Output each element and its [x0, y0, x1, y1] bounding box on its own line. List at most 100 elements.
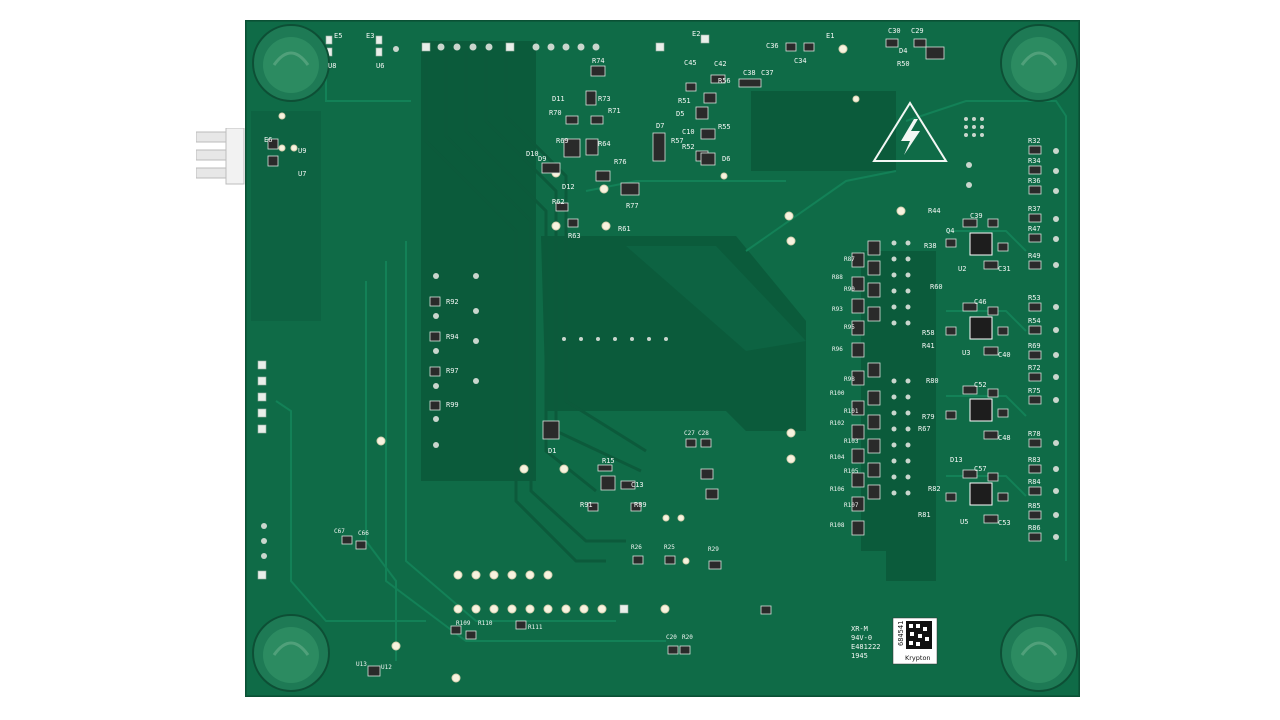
- label-c30: C30: [888, 27, 901, 35]
- label-r104: R104: [830, 454, 845, 461]
- label-r87: R87: [844, 256, 855, 263]
- trace: [365, 281, 397, 661]
- label-r91: R91: [580, 501, 593, 509]
- label-r93: R93: [832, 306, 843, 313]
- label-r73: R73: [598, 95, 611, 103]
- label-d12: D12: [562, 183, 575, 191]
- label-e3: E3: [366, 32, 374, 40]
- serial-number: 684541: [897, 621, 905, 646]
- label-r70: R70: [549, 109, 562, 117]
- label-r29: R29: [708, 546, 719, 553]
- label-r25: R25: [664, 544, 675, 551]
- pin-header-bottom: [453, 570, 670, 614]
- label-r110: R110: [478, 620, 493, 627]
- label-r58: R58: [922, 329, 935, 337]
- label-r49: R49: [1028, 252, 1041, 260]
- label-u5: U5: [960, 518, 968, 526]
- maker-name: Krypton: [905, 654, 931, 662]
- label-c28: C28: [698, 430, 709, 437]
- label-u9: U9: [298, 147, 306, 155]
- label-r36: R36: [1028, 177, 1041, 185]
- label-c20: C20: [666, 634, 677, 641]
- label-r76: R76: [614, 158, 627, 166]
- label-r100: R100: [830, 390, 845, 397]
- label-r75: R75: [1028, 387, 1041, 395]
- label-r71: R71: [608, 107, 621, 115]
- label-r61: R61: [618, 225, 631, 233]
- label-u8: U8: [328, 62, 336, 70]
- label-r89: R89: [634, 501, 647, 509]
- channel-ic-4: [945, 469, 1009, 524]
- label-d11: D11: [552, 95, 565, 103]
- label-d10: D10: [526, 150, 539, 158]
- marking-line2: 94V-0: [851, 634, 872, 642]
- label-r105: R105: [844, 468, 859, 475]
- marking-line3: E481222: [851, 643, 881, 651]
- label-r41: R41: [922, 342, 935, 350]
- label-r90: R90: [844, 286, 855, 293]
- label-c42: C42: [714, 60, 727, 68]
- label-c57: C57: [974, 465, 987, 473]
- label-r85: R85: [1028, 502, 1041, 510]
- label-r26: R26: [631, 544, 642, 551]
- label-d9: D9: [538, 155, 546, 163]
- label-r109: R109: [456, 620, 471, 627]
- label-r34: R34: [1028, 157, 1041, 165]
- label-r106: R106: [830, 486, 845, 493]
- trace: [325, 51, 411, 102]
- label-r82: R82: [928, 485, 941, 493]
- label-d6: D6: [722, 155, 730, 163]
- label-d7: D7: [656, 122, 664, 130]
- label-c38: C38: [743, 69, 756, 77]
- label-r99: R99: [446, 401, 459, 409]
- label-r107: R107: [844, 502, 859, 509]
- channel-ic-1: [945, 218, 1009, 270]
- channel-ic-3: [945, 385, 1009, 440]
- label-c13: C13: [631, 481, 644, 489]
- label-d4: D4: [899, 47, 907, 55]
- side-connector-pins: [196, 128, 245, 185]
- label-c53: C53: [998, 519, 1011, 527]
- rubber-foot-bottom-left: [252, 614, 330, 692]
- trace: [275, 400, 426, 622]
- label-r55: R55: [718, 123, 731, 131]
- label-r86: R86: [1028, 524, 1041, 532]
- label-r32: R32: [1028, 137, 1041, 145]
- label-r88: R88: [832, 274, 843, 281]
- label-r15: R15: [602, 457, 615, 465]
- label-r81: R81: [918, 511, 931, 519]
- label-r92: R92: [446, 298, 459, 306]
- label-r111: R111: [528, 624, 543, 631]
- label-c31: C31: [998, 265, 1011, 273]
- datamatrix-code: [906, 621, 932, 649]
- label-e2: E2: [692, 30, 700, 38]
- label-c36: C36: [766, 42, 779, 50]
- label-c52: C52: [974, 381, 987, 389]
- label-c27: C27: [684, 430, 695, 437]
- label-r77: R77: [626, 202, 639, 210]
- label-c46: C46: [974, 298, 987, 306]
- label-c37: C37: [761, 69, 774, 77]
- label-r69b: R69: [1028, 342, 1041, 350]
- label-r53: R53: [1028, 294, 1041, 302]
- pcb-artwork: E5 E3 U8 U6 E2 E1 C30 C29 D4 R50 C36 C34…: [251, 24, 1078, 692]
- label-u6: U6: [376, 62, 384, 70]
- rubber-foot-top-left: [252, 24, 330, 102]
- label-c66: C66: [358, 530, 369, 537]
- copper-pour-left: [421, 41, 536, 481]
- label-r56: R56: [718, 77, 731, 85]
- left-edge-connector: [257, 360, 267, 580]
- label-r84: R84: [1028, 478, 1041, 486]
- rubber-foot-bottom-right: [1000, 614, 1078, 692]
- label-r108: R108: [830, 522, 845, 529]
- label-r69: R69: [556, 137, 569, 145]
- label-r64: R64: [598, 140, 611, 148]
- mounting-via: [838, 44, 848, 54]
- label-e1: E1: [826, 32, 834, 40]
- label-r38: R38: [924, 242, 937, 250]
- label-u12: U12: [381, 664, 392, 671]
- label-d13: D13: [950, 456, 963, 464]
- label-r72: R72: [1028, 364, 1041, 372]
- label-u13: U13: [356, 661, 367, 668]
- label-r103: R103: [844, 438, 859, 445]
